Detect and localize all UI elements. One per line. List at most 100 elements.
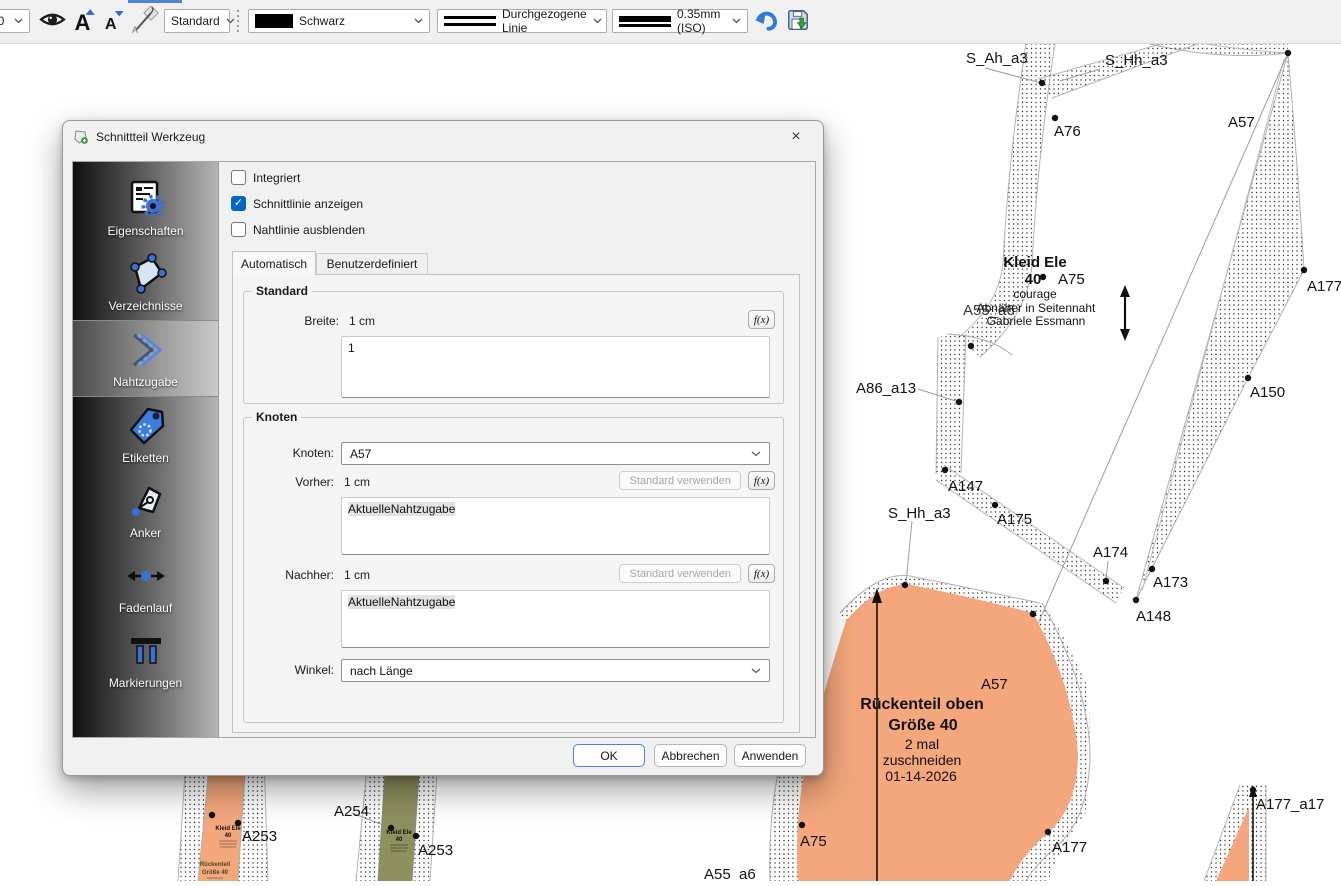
- save-icon: [786, 8, 810, 37]
- checkbox-row-nahtlinie[interactable]: Nahtlinie ausblenden: [231, 222, 365, 237]
- close-icon: ×: [791, 128, 800, 146]
- pattern-node-dot[interactable]: [902, 582, 908, 588]
- pattern-node-dot[interactable]: [1133, 597, 1139, 603]
- pattern-node-dot[interactable]: [1030, 611, 1036, 617]
- fx-button-nachher[interactable]: f(x): [748, 564, 775, 583]
- vorher-value: 1 cm: [344, 475, 370, 489]
- pattern-label: A175: [997, 511, 1032, 528]
- ok-button[interactable]: OK: [573, 744, 645, 767]
- winkel-value: nach Länge: [350, 664, 413, 678]
- pattern-node-dot[interactable]: [1245, 375, 1251, 381]
- dialog-title: Schnittteil Werkzeug: [96, 130, 205, 144]
- pattern-node-dot[interactable]: [1285, 50, 1291, 56]
- label-preset-select[interactable]: Standard: [164, 9, 230, 33]
- zoom-value: 40: [0, 14, 4, 28]
- chevron-down-icon: [751, 668, 761, 674]
- chevron-down-icon: [751, 451, 761, 457]
- fx-label: f(x): [754, 314, 769, 326]
- use-default-label: Standard verwenden: [629, 568, 731, 580]
- pattern-node-dot[interactable]: [1039, 80, 1045, 86]
- sidebar-item-fadenlauf[interactable]: Fadenlauf: [73, 547, 218, 622]
- pattern-label: A177: [1052, 839, 1087, 856]
- pattern-label: Gabriele Essmann: [987, 314, 1086, 328]
- close-button[interactable]: ×: [779, 125, 813, 148]
- show-details-button[interactable]: [36, 7, 68, 37]
- use-default-button-nachher[interactable]: Standard verwenden: [619, 564, 741, 583]
- pattern-node-dot[interactable]: [992, 502, 998, 508]
- dialog-titlebar[interactable]: Schnittteil Werkzeug ×: [63, 121, 823, 152]
- rotate-label-button[interactable]: A: [128, 7, 162, 37]
- pattern-node-dot[interactable]: [1045, 829, 1051, 835]
- line-style-select[interactable]: Durchgezogene Linie: [437, 9, 607, 33]
- vorher-formula-input[interactable]: AktuelleNahtzugabe: [341, 497, 770, 555]
- fx-button-breite[interactable]: f(x): [748, 310, 775, 329]
- save-button[interactable]: [784, 7, 812, 37]
- knoten-value: A57: [350, 447, 371, 461]
- sidebar-item-anker[interactable]: Anker: [73, 472, 218, 547]
- winkel-label: Winkel:: [284, 663, 334, 677]
- zoom-select[interactable]: 40: [0, 9, 30, 33]
- pattern-label: 40: [225, 833, 232, 839]
- pattern-label: A177_a17: [1256, 796, 1324, 813]
- line-style-preview-icon: [444, 16, 496, 26]
- checkbox-schnittlinie[interactable]: ✓: [231, 196, 246, 211]
- nachher-value: 1 cm: [344, 568, 370, 582]
- pattern-label: A177: [1307, 278, 1341, 295]
- pattern-node-dot[interactable]: [1052, 115, 1058, 121]
- winkel-select[interactable]: nach Länge: [341, 659, 770, 682]
- pattern-node-dot[interactable]: [1301, 267, 1307, 273]
- dialog-content: Integriert ✓ Schnittlinie anzeigen Nahtl…: [219, 162, 815, 737]
- pattern-label: S_Ah_a3: [966, 50, 1028, 67]
- pattern-node-dot[interactable]: [799, 822, 805, 828]
- pattern-label: A76: [1054, 123, 1081, 140]
- pattern-label: S_Hh_a3: [1105, 52, 1168, 69]
- group-knoten: Knoten Knoten: A57 Vorher: 1 cm Standard…: [243, 417, 784, 723]
- cancel-button[interactable]: Abbrechen: [654, 744, 727, 767]
- pattern-node-dot[interactable]: [1149, 566, 1155, 572]
- line-color-value: Schwarz: [299, 14, 345, 28]
- fx-button-vorher[interactable]: f(x): [748, 471, 775, 490]
- line-style-value: Durchgezogene Linie: [502, 7, 587, 35]
- pattern-node-dot[interactable]: [413, 833, 419, 839]
- line-width-select[interactable]: 0.35mm (ISO): [612, 9, 748, 33]
- pattern-node-dot[interactable]: [942, 467, 948, 473]
- pattern-label: A174: [1093, 544, 1128, 561]
- decrease-font-button[interactable]: A: [100, 7, 128, 37]
- svg-text:A: A: [132, 25, 138, 34]
- checkbox-row-schnittlinie[interactable]: ✓ Schnittlinie anzeigen: [231, 196, 363, 211]
- sidebar-item-verzeichnisse[interactable]: Verzeichnisse: [73, 245, 218, 320]
- increase-font-button[interactable]: A: [70, 7, 100, 37]
- seam-allowance-icon: [124, 328, 168, 372]
- cancel-label: Abbrechen: [661, 749, 719, 763]
- pattern-node-dot[interactable]: [956, 399, 962, 405]
- undo-button[interactable]: [752, 7, 780, 37]
- pattern-node-dot[interactable]: [1103, 578, 1109, 584]
- pattern-label: A75: [800, 833, 827, 850]
- piece-wedge[interactable]: [1136, 53, 1304, 600]
- app-window: { "toolbar": { "zoom_value": "40", "styl…: [0, 0, 1341, 881]
- pattern-node-dot[interactable]: [968, 343, 974, 349]
- sidebar-item-eigenschaften[interactable]: Eigenschaften: [73, 170, 218, 245]
- use-default-button-vorher[interactable]: Standard verwenden: [619, 471, 741, 490]
- tab-benutzerdefiniert[interactable]: Benutzerdefiniert: [316, 253, 428, 275]
- pattern-label: 40: [1025, 271, 1042, 288]
- checkbox-row-integriert[interactable]: Integriert: [231, 170, 300, 185]
- toolbar-grip-handle[interactable]: [237, 10, 242, 33]
- nachher-formula-input[interactable]: AktuelleNahtzugabe: [341, 590, 770, 648]
- piece-dart-band[interactable]: [936, 334, 1124, 603]
- sidebar-item-nahtzugabe[interactable]: Nahtzugabe: [73, 320, 218, 397]
- pattern-label: A148: [1136, 608, 1171, 625]
- line-color-select[interactable]: Schwarz: [248, 9, 430, 33]
- knoten-select[interactable]: A57: [341, 442, 770, 465]
- apply-button[interactable]: Anwenden: [734, 744, 806, 767]
- sidebar-item-etiketten[interactable]: Etiketten: [73, 397, 218, 472]
- sidebar-item-markierungen[interactable]: Markierungen: [73, 622, 218, 697]
- breite-formula-input[interactable]: 1: [341, 336, 770, 398]
- tab-automatisch[interactable]: Automatisch: [232, 251, 316, 275]
- dialog-sidebar: Eigenschaften Verzeichnisse Nahtzugabe E…: [73, 162, 219, 737]
- checkbox-nahtlinie[interactable]: [231, 222, 246, 237]
- pattern-node-dot[interactable]: [1250, 787, 1256, 793]
- pattern-node-dot[interactable]: [209, 812, 215, 818]
- checkbox-integriert[interactable]: [231, 170, 246, 185]
- sidebar-item-label: Anker: [130, 526, 161, 540]
